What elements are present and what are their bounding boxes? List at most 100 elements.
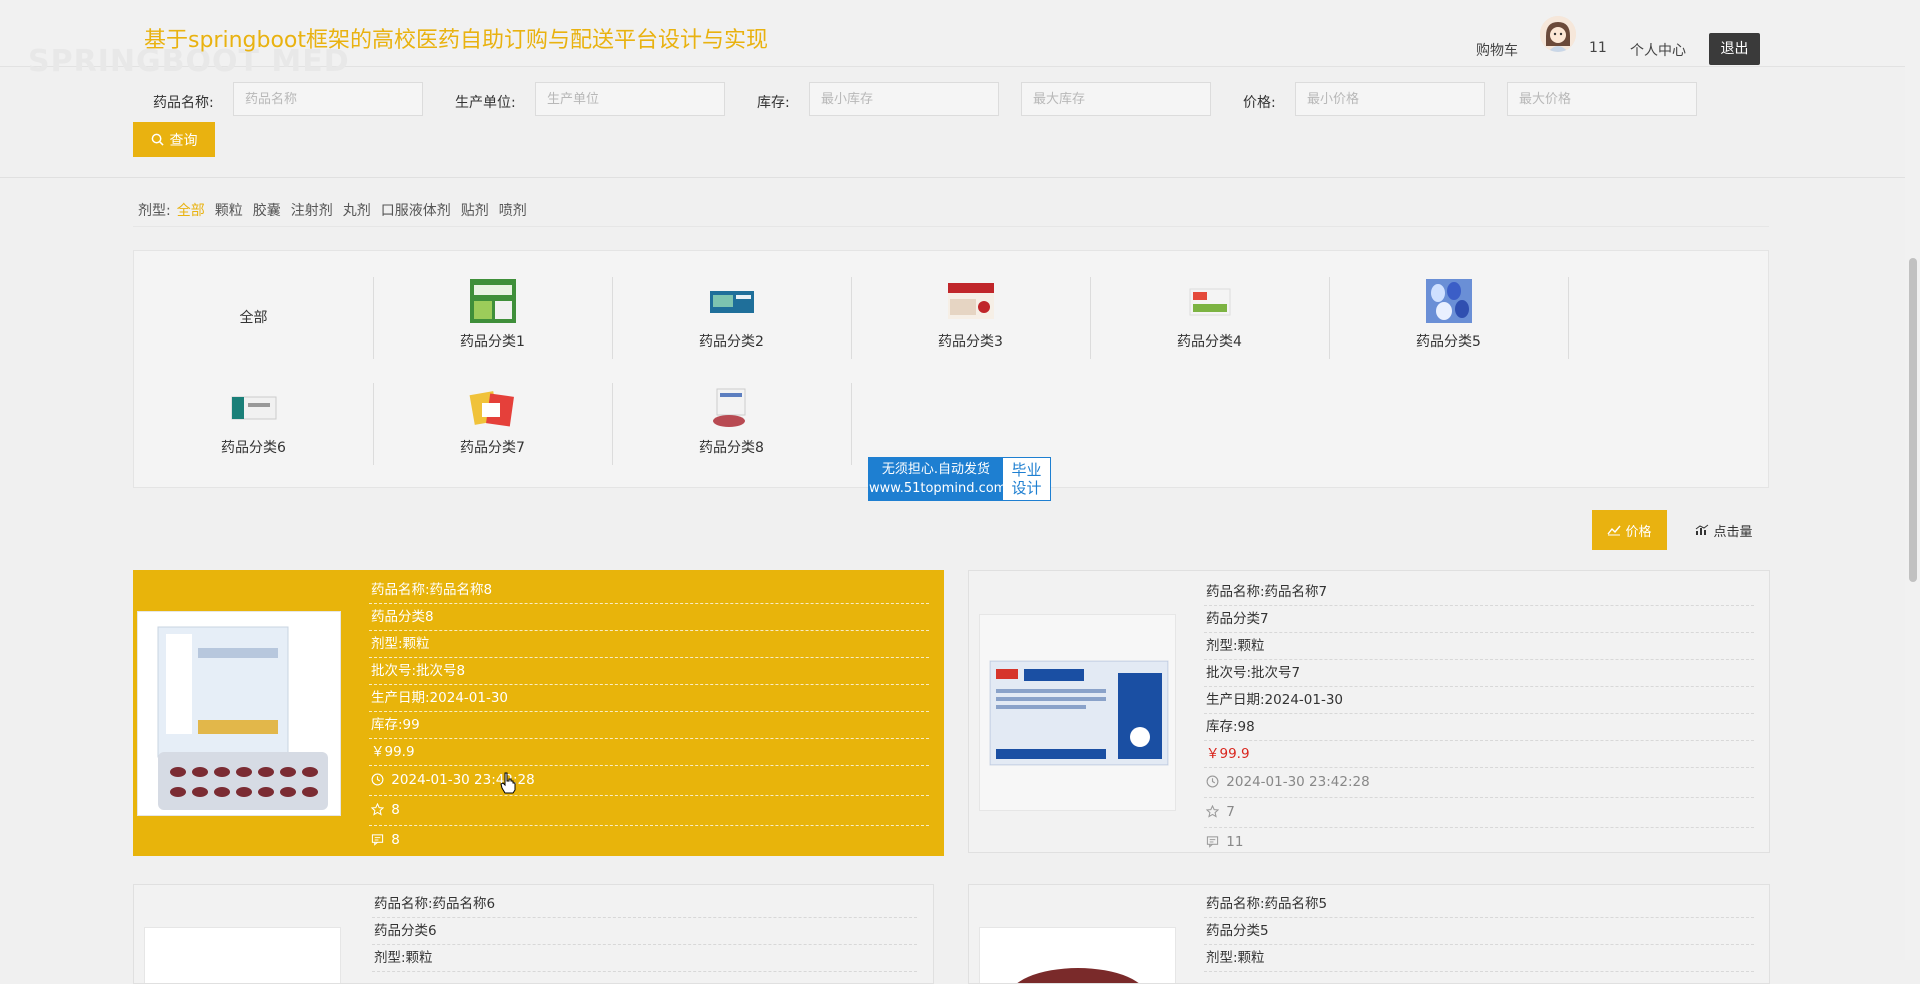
- dosage-filter: 剂型: 全部 颗粒 胶囊 注射剂 丸剂 口服液体剂 贴剂 喷剂: [138, 200, 537, 220]
- product-info: 药品名称:药品名称7 药品分类7 剂型:颗粒 批次号:批次号7 生产日期:202…: [1204, 579, 1754, 852]
- hand-cursor-icon: [500, 772, 516, 794]
- scrollbar-thumb[interactable]: [1909, 258, 1917, 582]
- category-name: 药品分类5: [1416, 334, 1481, 350]
- comment-icon: [1206, 836, 1219, 848]
- sort-clicks-label: 点击量: [1713, 524, 1753, 540]
- divider: [133, 226, 1769, 227]
- maker-label: 生产单位:: [455, 95, 516, 111]
- category-name: 药品分类4: [1177, 334, 1242, 350]
- product-date: 生产日期:2024-01-30: [1204, 687, 1754, 714]
- dosage-item-injection[interactable]: 注射剂: [291, 200, 333, 220]
- dosage-item-spray[interactable]: 喷剂: [499, 200, 527, 220]
- category-all[interactable]: 全部: [134, 277, 374, 359]
- badge-line-1: 无须担心.自动发货: [881, 462, 991, 477]
- product-price: ￥99.9: [1204, 741, 1754, 768]
- search-icon: [151, 133, 164, 146]
- product-image: [144, 927, 341, 983]
- page-scrollbar[interactable]: [1905, 0, 1920, 960]
- product-name: 药品名称:药品名称5: [1204, 891, 1754, 918]
- product-dosage: 剂型:颗粒: [1204, 945, 1754, 972]
- category-item-2[interactable]: 药品分类2: [612, 277, 852, 359]
- product-time-row: 2024-01-30 23:42:28: [369, 766, 929, 796]
- category-item-6[interactable]: 药品分类6: [134, 383, 374, 465]
- category-item-7[interactable]: 药品分类7: [373, 383, 613, 465]
- cart-link[interactable]: 购物车: [1476, 40, 1518, 60]
- dosage-item-oral-liquid[interactable]: 口服液体剂: [381, 200, 451, 220]
- product-batch: 批次号:批次号8: [369, 658, 929, 685]
- category-thumbnail: [1189, 288, 1230, 316]
- category-item-4[interactable]: 药品分类4: [1090, 277, 1330, 359]
- product-time: 2024-01-30 23:42:28: [1226, 774, 1370, 790]
- dosage-label: 剂型:: [138, 203, 171, 219]
- clock-icon: [371, 773, 384, 786]
- product-card[interactable]: 药品名称:药品名称7 药品分类7 剂型:颗粒 批次号:批次号7 生产日期:202…: [968, 570, 1770, 853]
- category-thumbnail: [469, 279, 516, 323]
- dosage-item-patch[interactable]: 贴剂: [461, 200, 489, 220]
- product-category: 药品分类5: [1204, 918, 1754, 945]
- product-stock: 库存:98: [1204, 714, 1754, 741]
- product-category: 药品分类8: [369, 604, 929, 631]
- product-favorites-row[interactable]: 7: [1204, 798, 1754, 828]
- product-image: [979, 927, 1176, 983]
- product-category: 药品分类7: [1204, 606, 1754, 633]
- category-thumbnail: [712, 388, 745, 427]
- category-name: 药品分类1: [460, 334, 525, 350]
- star-icon: [1206, 805, 1219, 818]
- category-name: 药品分类8: [699, 440, 764, 456]
- product-comments-row[interactable]: 8: [369, 826, 929, 855]
- drug-name-label: 药品名称:: [153, 95, 214, 111]
- stock-label: 库存:: [757, 95, 790, 111]
- product-favorites: 7: [1226, 804, 1235, 820]
- product-dosage: 剂型:颗粒: [1204, 633, 1754, 660]
- product-card[interactable]: 药品名称:药品名称8 药品分类8 剂型:颗粒 批次号:批次号8 生产日期:202…: [133, 570, 944, 856]
- maker-input[interactable]: [535, 82, 725, 116]
- site-title[interactable]: 基于springboot框架的高校医药自助订购与配送平台设计与实现: [144, 22, 768, 54]
- sort-by-price-button[interactable]: 价格: [1592, 510, 1667, 550]
- product-name: 药品名称:药品名称7: [1204, 579, 1754, 606]
- category-name: 药品分类7: [460, 440, 525, 456]
- trend-chart-icon: [1607, 525, 1622, 536]
- stock-max-input[interactable]: [1021, 82, 1211, 116]
- product-info: 药品名称:药品名称8 药品分类8 剂型:颗粒 批次号:批次号8 生产日期:202…: [369, 577, 929, 855]
- logout-button[interactable]: 退出: [1709, 33, 1760, 65]
- dosage-item-pill[interactable]: 丸剂: [343, 200, 371, 220]
- price-min-input[interactable]: [1295, 82, 1485, 116]
- badge-right-1: 毕业: [1011, 461, 1042, 479]
- badge-line-2: www.51topmind.com: [869, 481, 1007, 496]
- product-comments-row[interactable]: 11: [1204, 828, 1754, 852]
- category-thumbnail: [469, 391, 514, 427]
- category-item-8[interactable]: 药品分类8: [612, 383, 852, 465]
- price-max-input[interactable]: [1507, 82, 1697, 116]
- drug-name-input[interactable]: [233, 82, 423, 116]
- divider: [0, 177, 1905, 178]
- star-icon: [371, 803, 384, 816]
- category-thumbnail: [231, 396, 276, 420]
- dosage-item-all[interactable]: 全部: [177, 200, 205, 220]
- clock-icon: [1206, 775, 1219, 788]
- category-name: 药品分类6: [221, 440, 286, 456]
- dosage-item-granule[interactable]: 颗粒: [215, 200, 243, 220]
- category-item-3[interactable]: 药品分类3: [851, 277, 1091, 359]
- cart-count: 11: [1589, 40, 1607, 56]
- sort-price-label: 价格: [1625, 524, 1652, 540]
- product-comments: 8: [391, 832, 400, 848]
- query-button[interactable]: 查询: [133, 122, 215, 157]
- category-thumbnail: [709, 291, 754, 313]
- bar-chart-icon: [1696, 524, 1709, 535]
- stock-min-input[interactable]: [809, 82, 999, 116]
- user-avatar[interactable]: [1540, 16, 1576, 52]
- product-batch: 批次号:批次号7: [1204, 660, 1754, 687]
- category-item-1[interactable]: 药品分类1: [373, 277, 613, 359]
- top-header: SPRINGBOOT MED 基于springboot框架的高校医药自助订购与配…: [0, 0, 1905, 79]
- product-card[interactable]: 药品名称:药品名称5 药品分类5 剂型:颗粒: [968, 884, 1770, 984]
- sort-by-clicks-button[interactable]: 点击量: [1684, 510, 1764, 550]
- badge-right-2: 设计: [1011, 479, 1042, 497]
- dosage-item-capsule[interactable]: 胶囊: [253, 200, 281, 220]
- profile-link[interactable]: 个人中心: [1630, 40, 1686, 60]
- category-item-5[interactable]: 药品分类5: [1329, 277, 1569, 359]
- category-name: 药品分类2: [699, 334, 764, 350]
- product-favorites-row[interactable]: 8: [369, 796, 929, 826]
- category-panel: 全部 药品分类1 药品分类2 药品分类3 药品分类4 药品分类5 药品分类6 药…: [133, 250, 1769, 488]
- product-card[interactable]: 药品名称:药品名称6 药品分类6 剂型:颗粒: [133, 884, 934, 984]
- product-price: ￥99.9: [369, 739, 929, 766]
